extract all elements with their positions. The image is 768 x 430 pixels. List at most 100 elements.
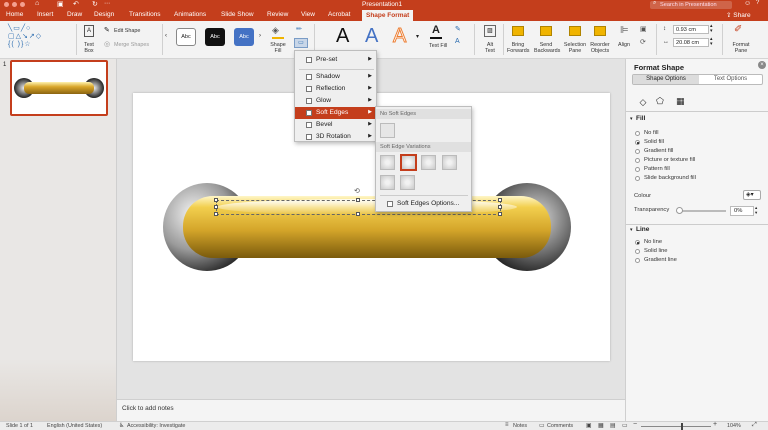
- format-pane-label[interactable]: Format Pane: [730, 42, 752, 54]
- menu-item-reflection[interactable]: Reflection ▶: [295, 83, 376, 95]
- fill-radio-solid-fill[interactable]: [635, 140, 640, 145]
- effects-icon[interactable]: ⬠: [656, 96, 664, 107]
- gallery-scroll-right-icon[interactable]: ›: [259, 33, 261, 39]
- soft-edge-variation-1[interactable]: [380, 155, 395, 170]
- slide-sorter-icon[interactable]: ▦: [598, 422, 604, 429]
- fill-radio-pattern-fill[interactable]: [635, 167, 640, 172]
- tab-text-options[interactable]: Text Options: [699, 75, 762, 84]
- zoom-slider-track[interactable]: [641, 426, 711, 427]
- selection-pane-label[interactable]: Selection Pane: [563, 42, 587, 54]
- soft-edges-options-item[interactable]: Soft Edges Options...: [376, 198, 471, 210]
- transparency-input[interactable]: 0%: [730, 206, 754, 216]
- notes-placeholder[interactable]: Click to add notes: [122, 405, 174, 412]
- size-properties-icon[interactable]: ▦: [676, 96, 685, 107]
- selection-pane-icon[interactable]: [569, 26, 581, 36]
- shape-style-1[interactable]: Abc: [176, 28, 196, 46]
- line-radio-gradient-line[interactable]: [635, 258, 640, 263]
- tab-view[interactable]: View: [301, 11, 315, 18]
- reorder-objects-icon[interactable]: [594, 26, 606, 36]
- tab-draw[interactable]: Draw: [67, 11, 82, 18]
- transparency-slider-track[interactable]: [678, 210, 726, 212]
- tab-home[interactable]: Home: [6, 11, 23, 18]
- menu-item-shadow[interactable]: Shadow ▶: [295, 71, 376, 83]
- soft-edge-variation-6[interactable]: [400, 175, 415, 190]
- text-fill-icon[interactable]: A: [432, 24, 440, 36]
- undo-icon[interactable]: ↶: [73, 0, 79, 8]
- soft-edge-variation-5[interactable]: [380, 175, 395, 190]
- resize-handle-tl[interactable]: [214, 198, 218, 202]
- line-section-header[interactable]: Line: [636, 226, 649, 233]
- shape-outline-icon[interactable]: ✏: [296, 25, 302, 33]
- zoom-window-button[interactable]: [20, 2, 25, 7]
- shape-fill-label[interactable]: Shape Fill: [270, 42, 286, 54]
- width-input[interactable]: 20.08 cm: [673, 38, 709, 47]
- alt-text-icon[interactable]: ▨: [484, 25, 496, 37]
- line-section-toggle-icon[interactable]: ▾: [630, 227, 633, 233]
- resize-handle-mr[interactable]: [498, 205, 502, 209]
- bring-forwards-label[interactable]: Bring Forwards: [507, 42, 529, 54]
- merge-shapes-icon[interactable]: ◎: [104, 40, 110, 48]
- home-icon[interactable]: ⌂: [35, 0, 39, 7]
- menu-item-3d-rotation[interactable]: 3D Rotation ▶: [295, 131, 376, 143]
- redo-icon[interactable]: ↻: [92, 0, 98, 8]
- text-box-icon[interactable]: A: [84, 25, 94, 37]
- bring-forwards-icon[interactable]: [512, 26, 524, 36]
- tab-shape-format[interactable]: Shape Format: [362, 10, 414, 21]
- resize-handle-bl[interactable]: [214, 212, 218, 216]
- accessibility-status[interactable]: Accessibility: Investigate: [127, 423, 185, 429]
- tab-design[interactable]: Design: [94, 11, 114, 18]
- colour-picker-button[interactable]: ◈▾: [743, 190, 761, 200]
- resize-handle-br[interactable]: [498, 212, 502, 216]
- fill-section-toggle-icon[interactable]: ▾: [630, 116, 633, 122]
- menu-item-preset[interactable]: Pre-set ▶: [295, 54, 376, 66]
- tab-review[interactable]: Review: [267, 11, 288, 18]
- resize-handle-tr[interactable]: [498, 198, 502, 202]
- rotate-handle-icon[interactable]: ⟲: [354, 187, 360, 195]
- soft-edge-variation-4[interactable]: [442, 155, 457, 170]
- fill-radio-slide-background-fill[interactable]: [635, 176, 640, 181]
- tab-acrobat[interactable]: Acrobat: [328, 11, 350, 18]
- save-icon[interactable]: ▣: [57, 0, 64, 8]
- close-pane-icon[interactable]: ×: [758, 61, 766, 69]
- wordart-orange[interactable]: A: [392, 25, 406, 48]
- resize-handle-ml[interactable]: [214, 205, 218, 209]
- transparency-stepper[interactable]: ▴ ▾: [755, 205, 757, 215]
- alt-text-label[interactable]: Alt Text: [482, 42, 498, 54]
- group-icon[interactable]: ▣: [640, 25, 647, 33]
- gallery-scroll-left-icon[interactable]: ‹: [165, 33, 167, 39]
- soft-edge-variation-3[interactable]: [421, 155, 436, 170]
- line-radio-no-line[interactable]: [635, 240, 640, 245]
- wordart-blue[interactable]: A: [365, 25, 378, 47]
- comments-toggle[interactable]: Comments: [547, 423, 573, 429]
- notes-toggle[interactable]: Notes: [513, 423, 527, 429]
- fill-and-line-icon[interactable]: ◇: [636, 96, 650, 108]
- zoom-level[interactable]: 104%: [727, 423, 741, 429]
- tab-shape-options[interactable]: Shape Options: [633, 75, 699, 84]
- language[interactable]: English (United States): [47, 423, 102, 429]
- tab-insert[interactable]: Insert: [37, 11, 53, 18]
- account-icon[interactable]: ☺: [744, 0, 751, 7]
- wordart-more-icon[interactable]: ▾: [416, 33, 419, 40]
- zoom-slider-thumb[interactable]: [681, 423, 683, 430]
- text-effects-icon[interactable]: A: [455, 38, 460, 45]
- menu-item-bevel[interactable]: Bevel ▶: [295, 119, 376, 131]
- reorder-objects-label[interactable]: Reorder Objects: [588, 42, 612, 54]
- shape-style-3[interactable]: Abc: [234, 28, 254, 46]
- edit-shape-button[interactable]: Edit Shape: [114, 28, 140, 34]
- resize-handle-tm[interactable]: [356, 198, 360, 202]
- shape-effects-button[interactable]: ▭: [294, 38, 308, 48]
- align-icon[interactable]: ⊫: [620, 25, 629, 36]
- slide-thumbnail[interactable]: [10, 60, 108, 116]
- help-icon[interactable]: ?: [756, 0, 759, 6]
- line-radio-solid-line[interactable]: [635, 249, 640, 254]
- fill-section-header[interactable]: Fill: [636, 115, 645, 122]
- accessibility-icon[interactable]: ♿: [119, 422, 124, 429]
- fill-radio-no-fill[interactable]: [635, 131, 640, 136]
- slideshow-icon[interactable]: ▭: [622, 422, 628, 429]
- soft-edge-variation-2[interactable]: [400, 154, 417, 171]
- notes-icon[interactable]: ≡: [505, 422, 509, 428]
- text-fill-label[interactable]: Text Fill: [429, 43, 447, 49]
- comments-icon[interactable]: ▭: [539, 422, 545, 429]
- tab-transitions[interactable]: Transitions: [129, 11, 161, 18]
- height-stepper[interactable]: ▴ ▾: [710, 24, 713, 34]
